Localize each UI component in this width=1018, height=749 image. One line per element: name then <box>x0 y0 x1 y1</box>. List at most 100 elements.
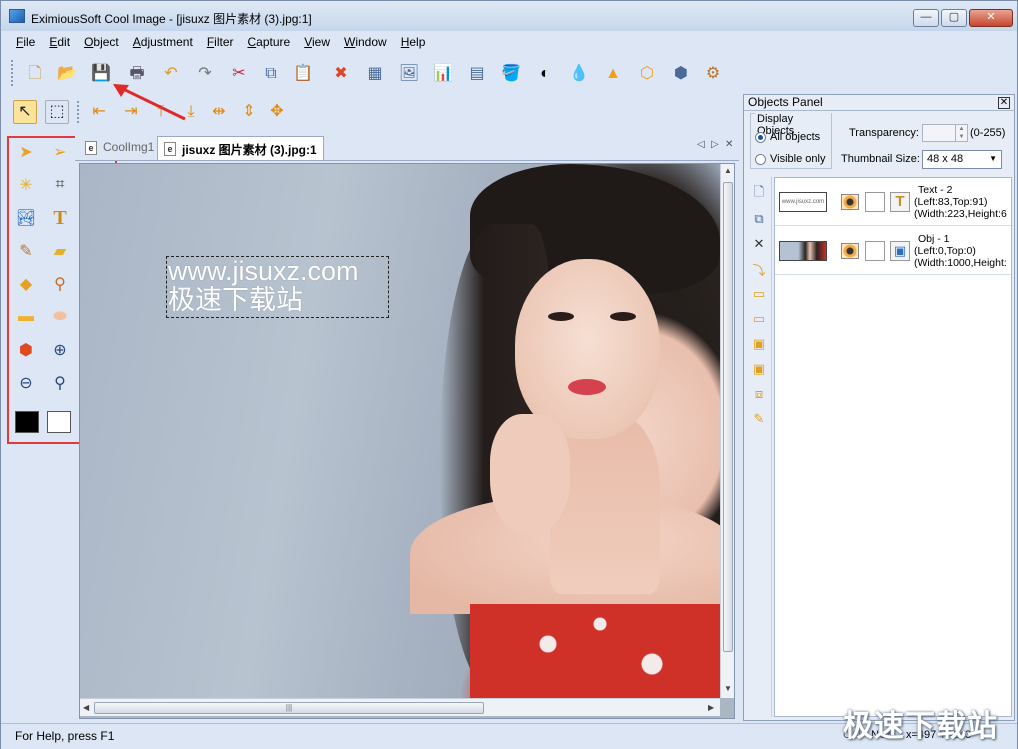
object-row[interactable]: www.jisuxz.com T Text - 2 (Left:83,Top:9… <box>775 178 1011 226</box>
maximize-button[interactable]: ▢ <box>941 9 967 27</box>
cut-button[interactable]: ✂ <box>227 62 251 86</box>
bring-front-button[interactable]: ▣ <box>750 335 768 353</box>
menu-window[interactable]: Window <box>337 33 394 53</box>
shape-button[interactable]: ⬡ <box>635 62 659 86</box>
print-button[interactable]: 🖶 <box>125 62 149 86</box>
transparency-spinner[interactable]: ▲ ▼ <box>955 125 967 141</box>
objects-panel-close-button[interactable]: ✕ <box>998 97 1010 109</box>
menu-help[interactable]: Help <box>394 33 433 53</box>
vertical-scrollbar[interactable]: ▲ ▼ <box>720 164 734 698</box>
pencil-tool[interactable]: ✎ <box>13 238 39 264</box>
undo-button[interactable]: ↶ <box>159 62 183 86</box>
delete-object-button[interactable]: ✕ <box>750 235 768 253</box>
zoom-out-tool[interactable]: ⊖ <box>13 370 39 396</box>
drop-button[interactable]: 💧 <box>567 62 591 86</box>
open-button[interactable]: 📂 <box>55 62 79 86</box>
center-horizontal-button[interactable]: ⇹ <box>207 100 231 124</box>
polygon-tool[interactable]: ⬢ <box>13 337 39 363</box>
save-button[interactable]: 💾 <box>89 62 113 86</box>
delete-button[interactable]: ✖ <box>329 62 353 86</box>
toolbar-grip[interactable] <box>77 101 81 123</box>
histogram-button[interactable]: 📊 <box>431 62 455 86</box>
scroll-down-icon[interactable]: ▼ <box>724 684 732 693</box>
align-left-button[interactable]: ⇤ <box>87 100 111 124</box>
menu-capture[interactable]: Capture <box>241 33 298 53</box>
paste-button[interactable]: 📋 <box>291 62 315 86</box>
image-canvas[interactable]: www.jisuxz.com 极速下载站 ▲ ▼ ◀ ||| ▶ <box>79 163 735 719</box>
transparency-input[interactable]: ▲ ▼ <box>922 124 968 142</box>
select-arrow-button[interactable]: ↖ <box>13 100 37 124</box>
align-bottom-button[interactable]: ⤓ <box>179 100 203 124</box>
radio-button[interactable] <box>755 153 766 165</box>
fill-bucket-tool[interactable]: ◆ <box>13 271 39 297</box>
object-row[interactable]: ▣ Obj - 1 (Left:0,Top:0) (Width:1000,Hei… <box>775 227 1011 275</box>
new-object-button[interactable]: 🗋 <box>750 184 768 203</box>
select-object-button[interactable]: ⬚ <box>45 100 69 124</box>
tab-next-icon[interactable]: ▷ <box>711 139 719 150</box>
horizontal-scrollbar[interactable]: ◀ ||| ▶ <box>80 698 720 716</box>
menu-view[interactable]: View <box>297 33 337 53</box>
new-button[interactable]: 🗋 <box>23 62 47 86</box>
cube-button[interactable]: ⬢ <box>669 62 693 86</box>
triangle-button[interactable]: ▲ <box>601 62 625 86</box>
polygon-select-tool[interactable]: ➢ <box>47 139 73 165</box>
lock-checkbox[interactable] <box>865 192 885 212</box>
minimize-button[interactable]: — <box>913 9 939 27</box>
close-button[interactable]: ✕ <box>969 9 1013 27</box>
lasso-select-tool[interactable]: ➤ <box>13 139 39 165</box>
properties-button[interactable]: ✎ <box>750 410 768 428</box>
foreground-color-swatch[interactable] <box>15 411 39 433</box>
background-color-swatch[interactable] <box>47 411 71 433</box>
radio-visible-only[interactable]: Visible only <box>755 153 825 165</box>
center-both-button[interactable]: ✥ <box>265 100 289 124</box>
scroll-up-icon[interactable]: ▲ <box>724 166 732 175</box>
menu-edit[interactable]: Edit <box>42 33 77 53</box>
redo-button[interactable]: ↷ <box>193 62 217 86</box>
zoom-actual-tool[interactable]: ⚲ <box>47 370 73 396</box>
send-backward-button[interactable]: ▭ <box>750 310 768 328</box>
duplicate-object-button[interactable]: ⧉ <box>750 210 768 228</box>
thumbnail-size-select[interactable]: 48 x 48 <box>922 150 1002 169</box>
radio-all-objects[interactable]: All objects <box>755 131 820 143</box>
scroll-left-icon[interactable]: ◀ <box>83 703 89 712</box>
tab-close-icon[interactable]: ✕ <box>725 139 733 150</box>
bring-forward-button[interactable]: ▭ <box>750 285 768 303</box>
bucket-button[interactable]: 🪣 <box>499 62 523 86</box>
toolbar-grip[interactable] <box>11 60 15 86</box>
ellipse-tool[interactable]: ⬬ <box>47 304 73 330</box>
group-button[interactable]: ⧈ <box>750 385 768 403</box>
text-tool-tool[interactable]: T <box>47 205 73 231</box>
copy-button[interactable]: ⧉ <box>259 62 283 86</box>
eraser-tool[interactable]: ▰ <box>47 238 73 264</box>
scroll-right-icon[interactable]: ▶ <box>708 703 714 712</box>
radio-button[interactable] <box>755 131 766 143</box>
contrast-button[interactable]: ◐ <box>533 62 557 86</box>
lock-checkbox[interactable] <box>865 241 885 261</box>
eyedropper-tool[interactable]: ⚲ <box>47 271 73 297</box>
menu-file[interactable]: File <box>9 33 42 53</box>
text-object[interactable]: www.jisuxz.com 极速下载站 <box>166 256 389 318</box>
tab-prev-icon[interactable]: ◁ <box>697 139 705 150</box>
menu-adjustment[interactable]: Adjustment <box>126 33 200 53</box>
align-right-button[interactable]: ⇥ <box>119 100 143 124</box>
image-button[interactable]: 🖼 <box>397 62 421 86</box>
center-vertical-button[interactable]: ⇕ <box>237 100 261 124</box>
crop-tool[interactable]: ⌗ <box>47 172 73 198</box>
send-back-button[interactable]: ▣ <box>750 360 768 378</box>
menu-filter[interactable]: Filter <box>200 33 241 53</box>
zoom-in-tool[interactable]: ⊕ <box>47 337 73 363</box>
plugin-button[interactable]: ⚙ <box>701 62 725 86</box>
visibility-eye-icon[interactable] <box>841 194 859 210</box>
picture-tool[interactable]: 🏞 <box>13 205 39 231</box>
vertical-scroll-thumb[interactable] <box>723 182 733 652</box>
visibility-eye-icon[interactable] <box>841 243 859 259</box>
menu-object[interactable]: Object <box>77 33 126 53</box>
tab-jisuxz-image[interactable]: e jisuxz 图片素材 (3).jpg:1 <box>157 136 324 160</box>
magic-wand-tool[interactable]: ✳ <box>13 172 39 198</box>
grid-button[interactable]: ▦ <box>363 62 387 86</box>
merge-object-button[interactable]: ⤵ <box>750 260 768 278</box>
color-balance-button[interactable]: ▤ <box>465 62 489 86</box>
tab-coolimg1[interactable]: e CoolImg1 <box>79 136 160 160</box>
horizontal-scroll-thumb[interactable]: ||| <box>94 702 484 714</box>
align-top-button[interactable]: ⤒ <box>149 100 173 124</box>
